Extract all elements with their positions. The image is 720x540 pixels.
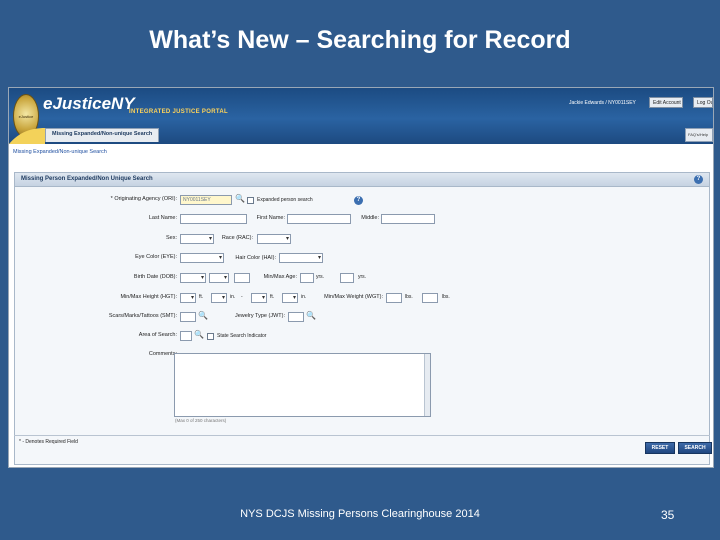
- form-title: Missing Person Expanded/Non Unique Searc…: [15, 173, 709, 187]
- required-field-note: * - Denotes Required Field: [19, 439, 78, 445]
- tab-missing-expanded[interactable]: Missing Expanded/Non-unique Search: [45, 128, 160, 142]
- area-of-search-field[interactable]: [180, 331, 192, 341]
- reset-button[interactable]: RESET: [645, 442, 675, 454]
- slide-footer: NYS DCJS Missing Persons Clearinghouse 2…: [240, 508, 480, 520]
- required-note-text: * - Denotes Required Field: [19, 439, 78, 445]
- min-height-in-unit: in.: [230, 294, 236, 300]
- breadcrumb[interactable]: Missing Expanded/Non-unique Search: [13, 149, 107, 155]
- search-button[interactable]: SEARCH: [678, 442, 712, 454]
- expanded-help-icon[interactable]: ?: [354, 196, 363, 205]
- log-out-button[interactable]: Log Out: [693, 97, 713, 108]
- last-name-label: Last Name:: [148, 215, 177, 221]
- user-info: Jackie Edwards / NY0011SEY: [569, 100, 636, 106]
- eye-color-label: Eye Color (EYE):: [135, 254, 177, 260]
- search-form-panel: Missing Person Expanded/Non Unique Searc…: [14, 172, 710, 465]
- eye-color-select[interactable]: [180, 253, 224, 263]
- faq-help-link[interactable]: FAQ's/Help: [685, 128, 713, 142]
- last-name-field[interactable]: [180, 214, 247, 224]
- portal-screenshot: eJustice eJusticeNY INTEGRATED JUSTICE P…: [8, 87, 714, 468]
- sex-label: Sex:: [165, 235, 177, 241]
- hair-color-select[interactable]: [279, 253, 323, 263]
- dob-day-select[interactable]: [209, 273, 229, 283]
- dob-year-field[interactable]: [234, 273, 250, 283]
- max-weight-unit: lbs.: [442, 294, 450, 300]
- min-height-in-select[interactable]: [211, 293, 227, 303]
- middle-name-field[interactable]: [381, 214, 435, 224]
- edit-account-button[interactable]: Edit Account: [649, 97, 683, 108]
- jewelry-field[interactable]: [288, 312, 304, 322]
- sex-select[interactable]: [180, 234, 214, 244]
- area-lookup-icon[interactable]: 🔍: [194, 330, 204, 339]
- weight-label: Min/Max Weight (WGT):: [324, 294, 383, 300]
- ori-field[interactable]: NY0011SEY: [180, 195, 232, 205]
- portal-subtitle: INTEGRATED JUSTICE PORTAL: [129, 109, 228, 115]
- dob-month-select[interactable]: [180, 273, 206, 283]
- jewelry-lookup-icon[interactable]: 🔍: [306, 311, 316, 320]
- min-age-unit: yrs.: [316, 274, 325, 280]
- page-number: 35: [661, 508, 675, 522]
- min-height-ft-select[interactable]: [180, 293, 196, 303]
- min-weight-field[interactable]: [386, 293, 402, 303]
- age-label: Min/Max Age:: [263, 274, 297, 280]
- max-height-in-select[interactable]: [282, 293, 298, 303]
- max-height-in-unit: in.: [301, 294, 307, 300]
- first-name-field[interactable]: [287, 214, 351, 224]
- middle-name-label: Middle:: [361, 215, 379, 221]
- max-age-field[interactable]: [340, 273, 354, 283]
- character-count: (Max 0 of 250 characters): [175, 418, 227, 423]
- ori-label: * Originating Agency (ORI):: [110, 196, 177, 202]
- ori-lookup-icon[interactable]: 🔍: [235, 194, 245, 203]
- max-height-ft-select[interactable]: [251, 293, 267, 303]
- birth-date-label: Birth Date (DOB):: [133, 274, 177, 280]
- smt-label: Scars/Marks/Tattoos (SMT):: [108, 313, 177, 319]
- race-select[interactable]: [257, 234, 291, 244]
- max-age-unit: yrs.: [358, 274, 367, 280]
- height-range-dash: -: [241, 294, 243, 300]
- hair-color-label: Hair Color (HAI):: [235, 255, 276, 261]
- min-height-ft-unit: ft.: [199, 294, 204, 300]
- min-weight-unit: lbs.: [405, 294, 413, 300]
- smt-lookup-icon[interactable]: 🔍: [198, 311, 208, 320]
- first-name-label: First Name:: [256, 215, 285, 221]
- comments-textarea[interactable]: [174, 353, 431, 417]
- comments-label: Comments:: [148, 351, 177, 357]
- slide-title: What’s New – Searching for Record: [149, 26, 571, 54]
- form-divider: [14, 435, 710, 436]
- brand-logo: eJusticeNY: [43, 94, 135, 113]
- expanded-search-checkbox[interactable]: [247, 197, 254, 204]
- max-weight-field[interactable]: [422, 293, 438, 303]
- state-search-label: State Search Indicator: [217, 333, 267, 339]
- race-label: Race (RAC):: [221, 235, 253, 241]
- smt-field[interactable]: [180, 312, 196, 322]
- state-search-checkbox[interactable]: [207, 333, 214, 340]
- area-of-search-label: Area of Search:: [138, 332, 177, 338]
- expanded-search-label: Expanded person search: [257, 197, 313, 203]
- comments-scrollbar[interactable]: [424, 354, 430, 416]
- max-height-ft-unit: ft.: [270, 294, 275, 300]
- height-label: Min/Max Height (HGT):: [120, 294, 177, 300]
- jewelry-label: Jewelry Type (JWT):: [234, 313, 285, 319]
- help-icon[interactable]: ?: [694, 175, 703, 184]
- min-age-field[interactable]: [300, 273, 314, 283]
